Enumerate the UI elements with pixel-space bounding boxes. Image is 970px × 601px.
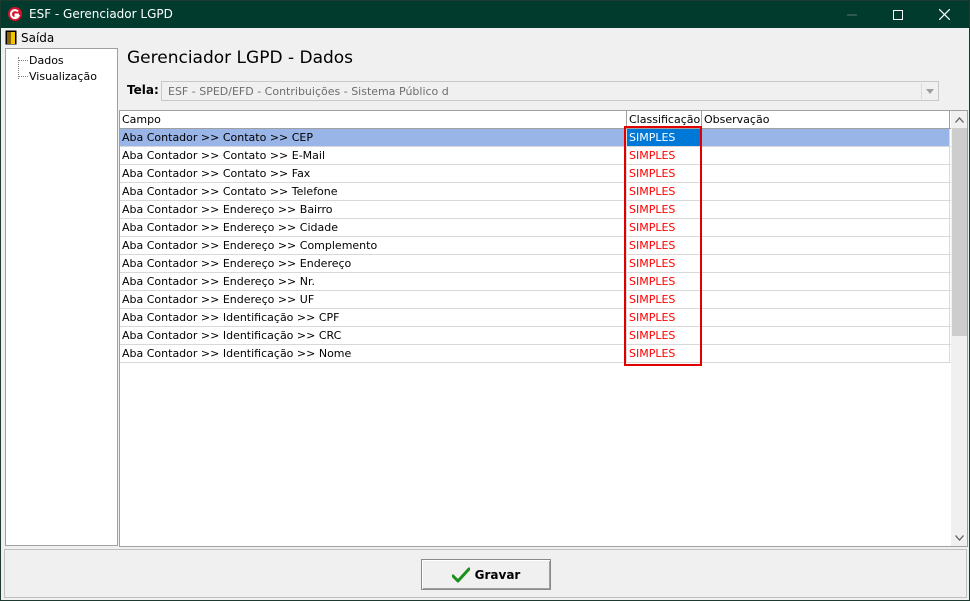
cell-classificacao[interactable]: SIMPLES: [627, 345, 702, 362]
menu-item-exit[interactable]: Saída: [5, 29, 54, 46]
column-header-campo[interactable]: Campo: [120, 111, 627, 129]
table-row[interactable]: Aba Contador >> Contato >> Telefone SIMP…: [120, 183, 951, 201]
column-header-classificacao[interactable]: Classificação: [627, 111, 702, 129]
cell-observacao[interactable]: [702, 255, 950, 272]
cell-classificacao[interactable]: SIMPLES: [627, 291, 702, 308]
table-row[interactable]: Aba Contador >> Identificação >> CPF SIM…: [120, 309, 951, 327]
app-logo-icon: [8, 7, 22, 21]
cell-observacao[interactable]: [702, 183, 950, 200]
navigation-tree: Dados Visualização: [5, 48, 118, 546]
cell-campo[interactable]: Aba Contador >> Endereço >> UF: [120, 291, 627, 308]
tela-dropdown-button[interactable]: [921, 83, 937, 99]
table-row[interactable]: Aba Contador >> Endereço >> Endereço SIM…: [120, 255, 951, 273]
tela-selected-value: ESF - SPED/EFD - Contribuições - Sistema…: [168, 85, 449, 98]
title-bar[interactable]: ESF - Gerenciador LGPD: [1, 1, 969, 28]
cell-classificacao[interactable]: SIMPLES: [627, 273, 702, 290]
cell-observacao[interactable]: [702, 309, 950, 326]
cell-campo[interactable]: Aba Contador >> Contato >> E-Mail: [120, 147, 627, 164]
button-panel: Gravar: [4, 549, 967, 598]
cell-campo[interactable]: Aba Contador >> Endereço >> Cidade: [120, 219, 627, 236]
cell-observacao[interactable]: [702, 165, 950, 182]
cell-classificacao[interactable]: SIMPLES: [627, 165, 702, 182]
scroll-up-button[interactable]: [951, 111, 967, 128]
grid-header: Campo Classificação Observação: [120, 111, 951, 129]
tree-item-dados[interactable]: Dados: [29, 54, 64, 67]
chevron-down-icon: [925, 88, 934, 94]
cell-observacao[interactable]: [702, 219, 950, 236]
table-row[interactable]: Aba Contador >> Contato >> Fax SIMPLES: [120, 165, 951, 183]
cell-classificacao[interactable]: SIMPLES: [627, 219, 702, 236]
tree-connector: [18, 60, 28, 61]
column-header-observacao[interactable]: Observação: [702, 111, 950, 129]
table-row[interactable]: Aba Contador >> Contato >> CEP SIMPLES: [120, 129, 951, 147]
minimize-button[interactable]: [829, 1, 875, 28]
check-icon: [451, 567, 470, 582]
cell-classificacao[interactable]: SIMPLES: [627, 237, 702, 254]
cell-classificacao[interactable]: SIMPLES: [627, 147, 702, 164]
cell-classificacao[interactable]: SIMPLES: [627, 255, 702, 272]
cell-observacao[interactable]: [702, 291, 950, 308]
tree-connector: [18, 76, 28, 77]
tree-item-visualizacao[interactable]: Visualização: [29, 70, 97, 83]
scrollbar-thumb[interactable]: [952, 128, 967, 336]
maximize-icon: [893, 9, 903, 20]
menu-bar: Saída: [1, 28, 969, 47]
table-row[interactable]: Aba Contador >> Identificação >> CRC SIM…: [120, 327, 951, 345]
cell-campo[interactable]: Aba Contador >> Contato >> CEP: [120, 129, 627, 146]
close-icon: [938, 9, 950, 20]
exit-door-icon: [5, 30, 17, 45]
grid-rows: Aba Contador >> Contato >> CEP SIMPLES A…: [120, 129, 951, 363]
scroll-down-button[interactable]: [951, 529, 967, 546]
table-row[interactable]: Aba Contador >> Endereço >> Bairro SIMPL…: [120, 201, 951, 219]
cell-observacao[interactable]: [702, 345, 950, 362]
close-button[interactable]: [921, 1, 967, 28]
maximize-button[interactable]: [875, 1, 921, 28]
cell-campo[interactable]: Aba Contador >> Endereço >> Bairro: [120, 201, 627, 218]
cell-campo[interactable]: Aba Contador >> Identificação >> CPF: [120, 309, 627, 326]
chevron-up-icon: [955, 116, 964, 123]
table-row[interactable]: Aba Contador >> Identificação >> Nome SI…: [120, 345, 951, 363]
cell-campo[interactable]: Aba Contador >> Contato >> Fax: [120, 165, 627, 182]
vertical-scrollbar[interactable]: [951, 111, 967, 546]
data-grid: Campo Classificação Observação Aba Conta…: [119, 110, 968, 547]
cell-classificacao[interactable]: SIMPLES: [627, 129, 702, 146]
cell-observacao[interactable]: [702, 327, 950, 344]
cell-observacao[interactable]: [702, 201, 950, 218]
cell-campo[interactable]: Aba Contador >> Contato >> Telefone: [120, 183, 627, 200]
cell-campo[interactable]: Aba Contador >> Identificação >> Nome: [120, 345, 627, 362]
save-button[interactable]: Gravar: [421, 559, 551, 590]
cell-classificacao[interactable]: SIMPLES: [627, 327, 702, 344]
cell-classificacao[interactable]: SIMPLES: [627, 309, 702, 326]
table-row[interactable]: Aba Contador >> Contato >> E-Mail SIMPLE…: [120, 147, 951, 165]
cell-campo[interactable]: Aba Contador >> Identificação >> CRC: [120, 327, 627, 344]
window-title: ESF - Gerenciador LGPD: [29, 7, 173, 21]
tela-label: Tela:: [127, 83, 159, 97]
save-button-label: Gravar: [474, 567, 521, 582]
menu-exit-label: Saída: [21, 30, 55, 45]
table-row[interactable]: Aba Contador >> Endereço >> Complemento …: [120, 237, 951, 255]
cell-observacao[interactable]: [702, 273, 950, 290]
tela-select[interactable]: ESF - SPED/EFD - Contribuições - Sistema…: [161, 81, 939, 101]
table-row[interactable]: Aba Contador >> Endereço >> Cidade SIMPL…: [120, 219, 951, 237]
minimize-icon: [847, 14, 857, 15]
cell-classificacao[interactable]: SIMPLES: [627, 201, 702, 218]
cell-campo[interactable]: Aba Contador >> Endereço >> Complemento: [120, 237, 627, 254]
page-title: Gerenciador LGPD - Dados: [127, 48, 354, 68]
cell-observacao[interactable]: [702, 237, 950, 254]
table-row[interactable]: Aba Contador >> Endereço >> UF SIMPLES: [120, 291, 951, 309]
cell-campo[interactable]: Aba Contador >> Endereço >> Endereço: [120, 255, 627, 272]
cell-classificacao[interactable]: SIMPLES: [627, 183, 702, 200]
cell-campo[interactable]: Aba Contador >> Endereço >> Nr.: [120, 273, 627, 290]
cell-observacao[interactable]: [702, 147, 950, 164]
table-row[interactable]: Aba Contador >> Endereço >> Nr. SIMPLES: [120, 273, 951, 291]
chevron-down-icon: [955, 534, 964, 541]
app-window: ESF - Gerenciador LGPD Saída Dados Visua…: [0, 0, 970, 601]
cell-observacao[interactable]: [702, 129, 950, 146]
